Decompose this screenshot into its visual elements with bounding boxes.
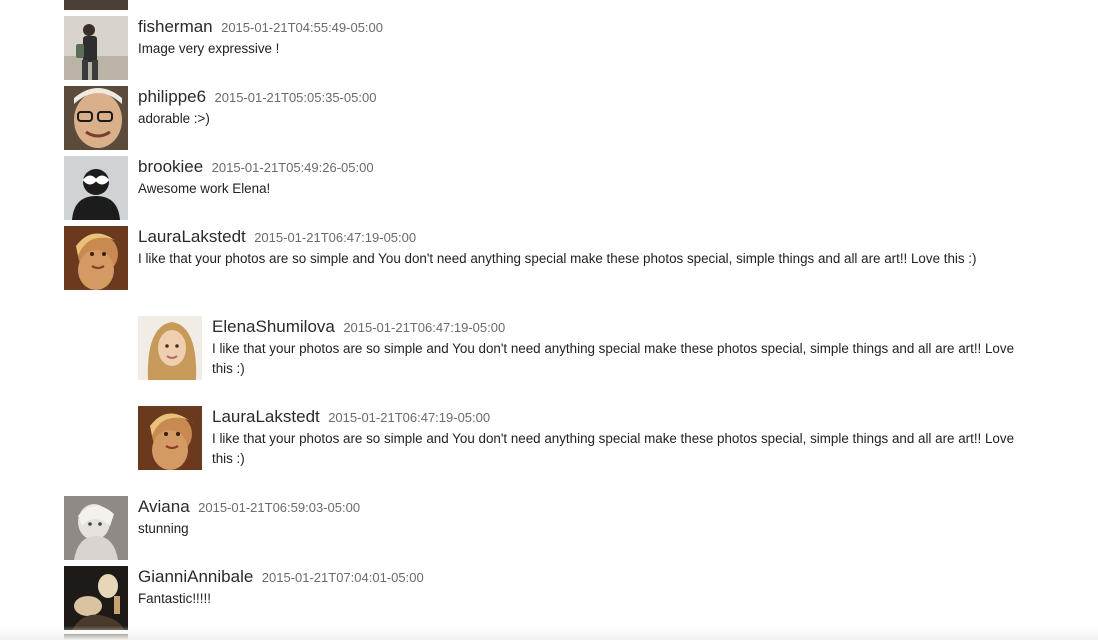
bottom-fade <box>0 626 1098 640</box>
username-link[interactable]: brookiee <box>138 157 203 176</box>
username-link[interactable]: fisherman <box>138 17 213 36</box>
comment-item: brookiee 2015-01-21T05:49:26-05:00 Aweso… <box>64 156 1024 220</box>
comment-timestamp: 2015-01-21T07:04:01-05:00 <box>261 570 424 585</box>
comment-text: I like that your photos are so simple an… <box>212 341 1015 376</box>
avatar[interactable] <box>64 226 128 290</box>
username-link[interactable]: GianniAnnibale <box>138 567 253 586</box>
comment-text: I like that your photos are so simple an… <box>138 251 977 266</box>
comment-timestamp: 2015-01-21T04:55:49-05:00 <box>221 20 383 35</box>
username-link[interactable]: LauraLakstedt <box>138 227 246 246</box>
comments-page: fisherman 2015-01-21T04:55:49-05:00 Imag… <box>0 0 1098 640</box>
avatar[interactable] <box>64 86 128 150</box>
avatar[interactable] <box>64 16 128 80</box>
comment-text: adorable :>) <box>138 111 210 126</box>
comment-timestamp: 2015-01-21T06:47:19-05:00 <box>254 230 417 245</box>
avatar[interactable] <box>138 316 202 380</box>
avatar[interactable] <box>64 156 128 220</box>
comment-text: stunning <box>138 521 189 536</box>
comment-timestamp: 2015-01-21T06:47:19-05:00 <box>328 410 491 425</box>
comment-item: LauraLakstedt 2015-01-21T06:47:19-05:00 … <box>64 226 1024 290</box>
reply-item: LauraLakstedt 2015-01-21T06:47:19-05:00 … <box>138 406 1018 470</box>
avatar[interactable] <box>64 566 128 630</box>
comment-text: Fantastic!!!!! <box>138 591 211 606</box>
comment-item: GianniAnnibale 2015-01-21T07:04:01-05:00… <box>64 566 1024 630</box>
username-link[interactable]: ElenaShumilova <box>212 317 335 336</box>
comment-timestamp: 2015-01-21T05:49:26-05:00 <box>211 160 374 175</box>
comment-timestamp: 2015-01-21T06:59:03-05:00 <box>198 500 361 515</box>
comment-text: I like that your photos are so simple an… <box>212 431 1015 466</box>
username-link[interactable]: philippe6 <box>138 87 206 106</box>
comment-timestamp: 2015-01-21T05:05:35-05:00 <box>214 90 377 105</box>
avatar[interactable] <box>64 496 128 560</box>
username-link[interactable]: LauraLakstedt <box>212 407 320 426</box>
comment-text: Image very expressive ! <box>138 41 280 56</box>
comment-item: fisherman 2015-01-21T04:55:49-05:00 Imag… <box>64 16 1024 80</box>
avatar-partial-top[interactable] <box>64 0 128 10</box>
username-link[interactable]: Aviana <box>138 497 190 516</box>
comment-item: Aviana 2015-01-21T06:59:03-05:00 stunnin… <box>64 496 1024 560</box>
comment-text: Awesome work Elena! <box>138 181 271 196</box>
comment-timestamp: 2015-01-21T06:47:19-05:00 <box>343 320 506 335</box>
avatar[interactable] <box>138 406 202 470</box>
reply-item: ElenaShumilova 2015-01-21T06:47:19-05:00… <box>138 316 1018 380</box>
comment-item: philippe6 2015-01-21T05:05:35-05:00 ador… <box>64 86 1024 150</box>
